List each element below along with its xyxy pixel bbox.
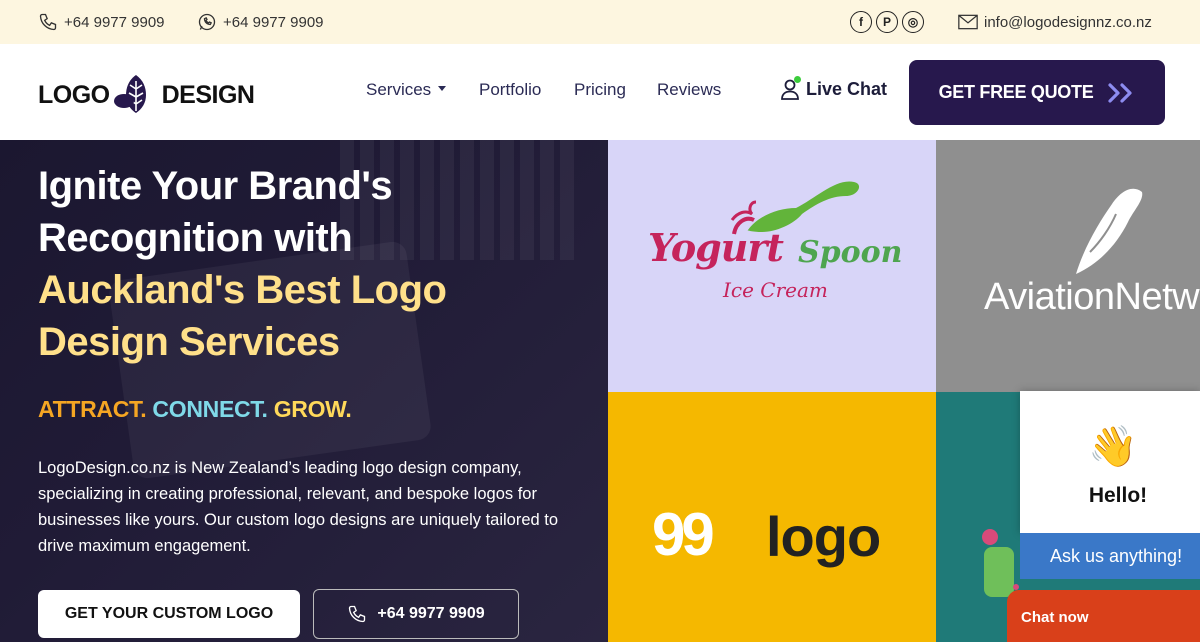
whatsapp-icon	[198, 13, 216, 31]
top-bar: +64 9977 9909 +64 9977 9909 f P ◎ info@l…	[0, 0, 1200, 44]
nav-item-pricing[interactable]: Pricing	[574, 80, 626, 100]
aviation-network-text: AviationNetwork	[984, 276, 1200, 318]
tagline-attract: ATTRACT.	[38, 396, 147, 422]
caret-down-icon	[438, 86, 447, 91]
double-chevron-right-icon	[1108, 82, 1133, 103]
nav-item-services[interactable]: Services	[366, 80, 447, 100]
phone-link[interactable]: +64 9977 9909	[38, 0, 165, 44]
hero-heading-line: Ignite Your Brand's	[38, 164, 393, 208]
99-logo-wordmark: logo	[766, 505, 881, 568]
portfolio-tile-aviation-network[interactable]: AviationNetwork	[936, 140, 1200, 392]
get-custom-logo-button[interactable]: GET YOUR CUSTOM LOGO	[38, 590, 300, 638]
phone-icon	[349, 605, 366, 623]
email-link[interactable]: info@logodesignnz.co.nz	[958, 0, 1152, 44]
pinterest-icon[interactable]: P	[876, 11, 898, 33]
whatsapp-link[interactable]: +64 9977 9909	[197, 0, 324, 44]
call-phone-label: +64 9977 9909	[377, 605, 485, 622]
nav-item-reviews[interactable]: Reviews	[657, 80, 721, 100]
ask-us-anything-label: Ask us anything!	[1050, 545, 1183, 566]
tagline-connect: CONNECT.	[152, 396, 268, 422]
ice-cream-text: Ice Cream	[723, 278, 828, 302]
99-logo-numerals: 99	[652, 501, 715, 568]
portfolio-tile-yogurt-spoon[interactable]: Yogurt Spoon Ice Cream	[608, 140, 936, 392]
whatsapp-number: +64 9977 9909	[223, 13, 324, 31]
email-address: info@logodesignnz.co.nz	[984, 13, 1152, 31]
ask-us-anything-button[interactable]: Ask us anything!	[1020, 533, 1200, 579]
waving-hand-icon: 👋	[1088, 425, 1138, 469]
nav-item-portfolio[interactable]: Portfolio	[479, 80, 541, 100]
phone-number: +64 9977 9909	[64, 13, 165, 31]
hero-description: LogoDesign.co.nz is New Zealand’s leadin…	[38, 459, 559, 555]
hero-heading-line: Recognition with	[38, 216, 353, 260]
bird-logo-icon	[1076, 188, 1143, 274]
instagram-icon[interactable]: ◎	[902, 11, 924, 33]
live-chat-link[interactable]: Live Chat	[780, 76, 888, 100]
leaf-logo-icon	[113, 75, 146, 113]
mail-icon	[958, 14, 978, 30]
portfolio-tile-99logo[interactable]: 99 logo	[608, 392, 936, 642]
tagline-grow: GROW.	[273, 396, 352, 422]
hero-tagline: ATTRACT. CONNECT. GROW.	[38, 396, 352, 423]
logo-text-left: LOGO	[38, 80, 110, 109]
nav-item-label: Pricing	[574, 80, 626, 99]
spoon-text: Spoon	[798, 235, 903, 270]
online-status-dot	[794, 76, 801, 83]
phone-icon	[39, 13, 57, 31]
chat-now-button[interactable]: Chat now	[1007, 590, 1200, 642]
nav-item-label: Services	[366, 80, 432, 99]
site-logo[interactable]: LOGO DESIGN	[38, 70, 255, 120]
call-phone-button[interactable]: +64 9977 9909	[313, 589, 519, 639]
logo-text-right: DESIGN	[161, 80, 255, 109]
nav-item-label: Reviews	[657, 80, 722, 99]
quote-button-label: GET FREE QUOTE	[938, 82, 1094, 102]
social-links: f P ◎	[850, 11, 924, 33]
nav-item-label: Portfolio	[479, 80, 542, 99]
hero-heading-line: Auckland's Best Logo	[38, 268, 447, 312]
chat-hello-text: Hello!	[1088, 484, 1148, 507]
hero-heading: Ignite Your Brand's Recognition with Auc…	[38, 160, 598, 368]
hero-heading-line: Design Services	[38, 320, 340, 364]
live-chat-label: Live Chat	[806, 78, 888, 99]
facebook-icon[interactable]: f	[850, 11, 872, 33]
yogurt-text: Yogurt	[648, 225, 784, 270]
get-free-quote-button[interactable]: GET FREE QUOTE	[909, 60, 1165, 125]
chat-now-label: Chat now	[1021, 609, 1089, 626]
